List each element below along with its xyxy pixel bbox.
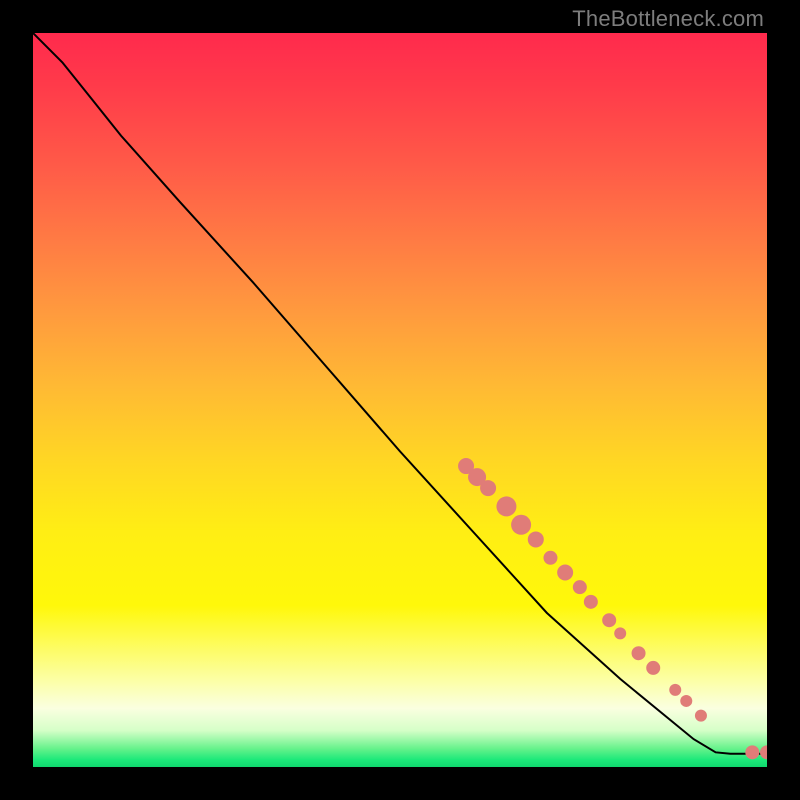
- points-layer: [33, 33, 767, 767]
- data-points: [458, 458, 767, 759]
- data-point: [496, 496, 516, 516]
- data-point: [557, 564, 573, 580]
- data-point: [760, 745, 767, 759]
- data-point: [745, 745, 759, 759]
- data-point: [573, 580, 587, 594]
- data-point: [543, 551, 557, 565]
- chart-stage: TheBottleneck.com: [0, 0, 800, 800]
- data-point: [669, 684, 681, 696]
- data-point: [528, 531, 544, 547]
- watermark-label: TheBottleneck.com: [572, 6, 764, 32]
- data-point: [511, 515, 531, 535]
- data-point: [646, 661, 660, 675]
- data-point: [584, 595, 598, 609]
- data-point: [602, 613, 616, 627]
- plot-area: [33, 33, 767, 767]
- data-point: [695, 710, 707, 722]
- data-point: [480, 480, 496, 496]
- data-point: [632, 646, 646, 660]
- data-point: [680, 695, 692, 707]
- data-point: [614, 627, 626, 639]
